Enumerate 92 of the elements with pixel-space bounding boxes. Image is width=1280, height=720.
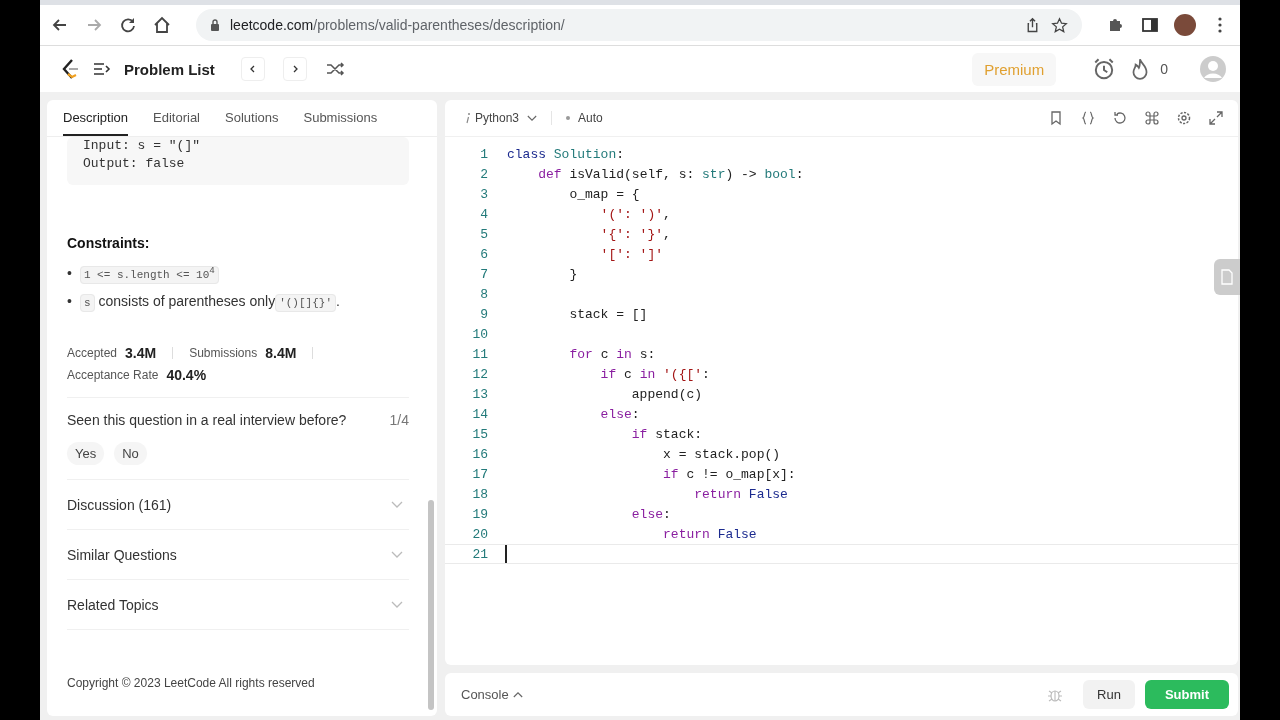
line-number: 3 — [479, 186, 488, 203]
code-line: o_map = { — [568, 186, 640, 203]
profile-avatar[interactable] — [1174, 14, 1196, 36]
console-toggle[interactable]: Console — [461, 687, 523, 702]
chevron-up-icon — [512, 691, 523, 698]
code-line: else: — [599, 406, 640, 423]
section-header[interactable]: Similar Questions — [67, 546, 177, 563]
reset-icon[interactable] — [1112, 110, 1128, 126]
inline-code: '()[]{}' — [275, 294, 336, 312]
code-line: def isValid(self, s: str) -> bool: — [537, 166, 804, 183]
settings-icon[interactable] — [1176, 110, 1192, 126]
stat-value: 3.4M — [125, 345, 157, 361]
code-line: '[': ']' — [599, 246, 664, 263]
code-line: class Solution: — [506, 146, 625, 163]
line-number: 8 — [479, 286, 488, 303]
line-number: 13 — [471, 386, 488, 403]
inline-code: 1 <= s.length <= 10$^{4}$ — [79, 266, 219, 284]
run-button[interactable]: Run — [1083, 680, 1135, 709]
line-number: 10 — [471, 326, 488, 343]
vote-count: 1/4 — [389, 412, 409, 428]
code-line: return False — [662, 526, 757, 543]
example-line: Input: s = "(]" — [83, 137, 202, 155]
line-number: 11 — [471, 346, 488, 363]
line-number: 2 — [479, 166, 488, 183]
line-number: 12 — [471, 366, 488, 383]
text-cursor — [505, 545, 507, 563]
command-icon[interactable] — [1144, 110, 1160, 126]
bookmark-icon[interactable] — [1048, 110, 1064, 126]
document-icon — [1220, 269, 1234, 285]
lock-icon — [210, 19, 220, 31]
line-number: 1 — [479, 146, 488, 163]
bullet-mark: • — [67, 265, 72, 281]
stat-label: Accepted — [67, 346, 118, 360]
panel-tab[interactable]: Solutions — [225, 100, 279, 136]
stat-value: 40.4% — [166, 367, 207, 383]
braces-icon[interactable] — [1080, 110, 1096, 126]
code-line: '{': '}', — [599, 226, 671, 243]
line-number: 9 — [479, 306, 488, 323]
section-header[interactable]: Related Topics — [67, 596, 159, 613]
code-line: '(': ')', — [599, 206, 671, 223]
interview-question: Seen this question in a real interview before? — [67, 412, 347, 428]
code-line: x = stack.pop() — [662, 446, 781, 463]
line-number: 16 — [471, 446, 488, 463]
url-text: leetcode.com/problems/valid-parentheses/description/ — [230, 17, 565, 33]
constraints-heading: Constraints: — [67, 235, 151, 251]
answer-button[interactable]: No — [114, 442, 147, 465]
star-icon[interactable] — [1051, 16, 1068, 34]
code-line: if c != o_map[x]: — [662, 466, 796, 483]
code-line: return False — [693, 486, 788, 503]
line-number: 18 — [471, 486, 488, 503]
code-line: append(c) — [630, 386, 703, 403]
line-number: 14 — [471, 406, 488, 423]
line-number: 21 — [471, 546, 488, 563]
line-number: 5 — [479, 226, 488, 243]
line-number: 4 — [479, 206, 488, 223]
expand-icon[interactable] — [1208, 110, 1224, 126]
constraint-text: consists of parentheses only — [98, 293, 276, 309]
stat-value: 8.4M — [265, 345, 297, 361]
panel-tab[interactable]: Submissions — [303, 100, 378, 136]
stat-label: Acceptance Rate — [67, 368, 159, 382]
inline-code: s — [79, 294, 95, 312]
line-number: 15 — [471, 426, 488, 443]
address-bar[interactable]: leetcode.com/problems/valid-parentheses/description/ — [196, 9, 1082, 41]
panel-tab[interactable]: Editorial — [153, 100, 200, 136]
code-line: if stack: — [630, 426, 703, 443]
example-line: Output: false — [83, 155, 186, 173]
bullet-mark: • — [67, 293, 72, 309]
section-header[interactable]: Discussion (161) — [67, 496, 172, 513]
line-number: 20 — [471, 526, 488, 543]
code-line: if c in '({[': — [599, 366, 710, 383]
language-selector[interactable]: Python3 — [465, 111, 538, 125]
punctuation-text: . — [336, 293, 340, 309]
problem-list-link[interactable]: Problem List — [124, 60, 215, 78]
line-number: 19 — [471, 506, 488, 523]
logo-icon[interactable] — [60, 58, 80, 80]
sidebar-icon[interactable] — [1140, 15, 1160, 35]
code-line: stack = [] — [568, 306, 648, 323]
code-line: for c in s: — [568, 346, 656, 363]
line-number: 17 — [471, 466, 488, 483]
home-icon[interactable] — [152, 15, 172, 35]
code-line: else: — [630, 506, 671, 523]
line-number: 6 — [479, 246, 488, 263]
info-icon — [465, 112, 471, 124]
mode-label[interactable]: Auto — [566, 111, 603, 125]
line-number: 7 — [479, 266, 488, 283]
answer-button[interactable]: Yes — [67, 442, 105, 465]
code-line: } — [568, 266, 578, 283]
stat-label: Submissions — [189, 346, 258, 360]
copyright-text: Copyright © 2023 LeetCode All rights reserved — [67, 676, 316, 690]
chevron-down-icon — [527, 114, 538, 122]
streak-count: 0 — [1160, 61, 1168, 77]
scrollbar[interactable] — [428, 500, 434, 710]
